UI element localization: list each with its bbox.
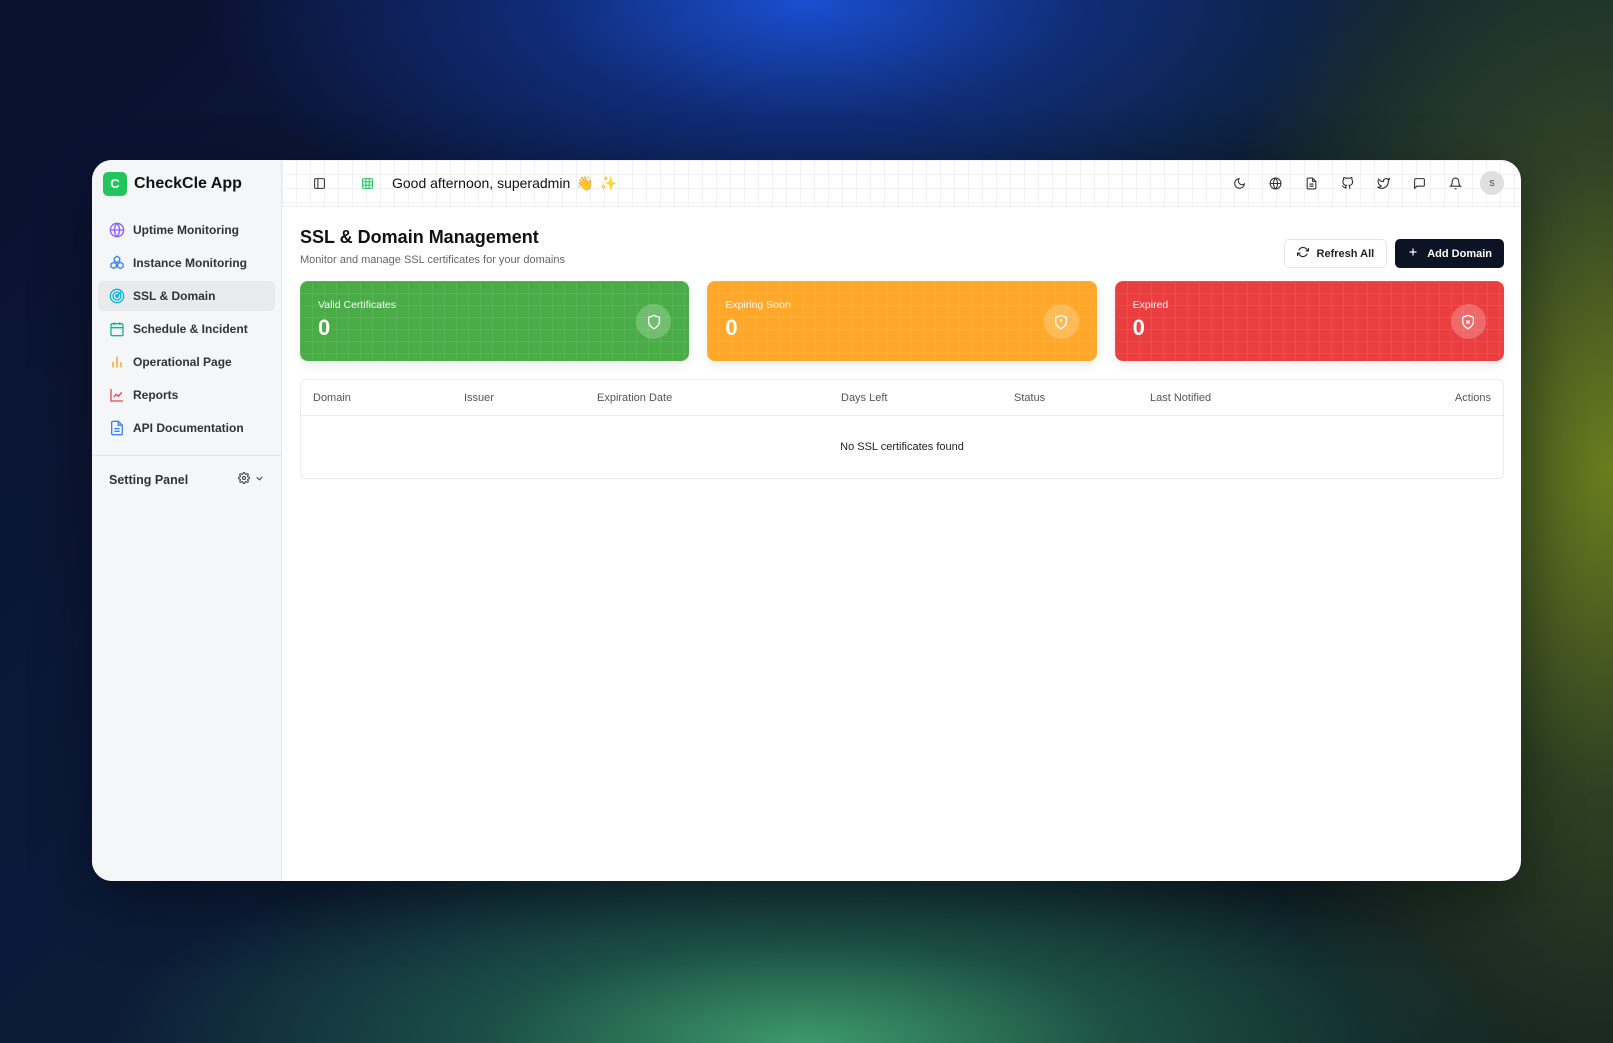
column-header-last-notified[interactable]: Last Notified [1150,392,1211,404]
sidebar-item-label: Operational Page [133,355,232,369]
app-logo: C [103,171,127,196]
card-label: Valid Certificates [318,299,397,311]
chevron-down-icon [254,473,265,487]
sidebar-item-uptime-monitoring[interactable]: Uptime Monitoring [98,215,275,245]
topbar-actions: s [1228,171,1504,195]
ssl-table: Domain Issuer Expiration Date Days Left … [300,379,1504,479]
card-label: Expired [1132,299,1169,311]
app-window: C CheckCle App Uptime Monitoring Instanc… [92,160,1521,881]
sidebar-item-label: Schedule & Incident [133,322,248,336]
sidebar-nav: Uptime Monitoring Instance Monitoring SS… [92,207,281,443]
bell-icon[interactable] [1444,172,1466,194]
sidebar: C CheckCle App Uptime Monitoring Instanc… [92,160,282,881]
twitter-icon[interactable] [1372,172,1394,194]
table-header: Domain Issuer Expiration Date Days Left … [301,380,1503,416]
greeting-text: Good afternoon, superadmin [392,175,571,191]
topbar: Good afternoon, superadmin 👋 ✨ s [282,160,1521,207]
main-area: Good afternoon, superadmin 👋 ✨ s SSL & D… [282,160,1521,881]
add-domain-button[interactable]: Add Domain [1395,239,1504,268]
shield-x-icon [1450,304,1486,339]
column-header-actions: Actions [1454,391,1491,404]
sidebar-item-operational-page[interactable]: Operational Page [98,347,275,377]
gear-icon [237,471,251,487]
card-value: 0 [725,315,738,340]
sidebar-toggle-icon[interactable] [308,172,330,194]
stats-cards: Valid Certificates 0 Expiring Soon 0 Exp… [300,281,1504,361]
page-actions: Refresh All Add Domain [1283,239,1504,268]
sidebar-item-label: Reports [133,388,179,402]
refresh-all-button[interactable]: Refresh All [1283,239,1388,268]
avatar[interactable]: s [1480,171,1504,195]
radar-icon [108,288,125,305]
moon-icon[interactable] [1228,172,1250,194]
sidebar-item-reports[interactable]: Reports [98,380,275,410]
expiring-soon-card: Expiring Soon 0 [707,281,1096,361]
column-header-issuer[interactable]: Issuer [464,392,494,404]
setting-panel-toggle[interactable]: Setting Panel [92,466,281,493]
sidebar-item-label: Uptime Monitoring [133,223,239,237]
expired-card: Expired 0 [1115,281,1504,361]
setting-panel-label: Setting Panel [109,472,189,487]
sidebar-item-instance-monitoring[interactable]: Instance Monitoring [98,248,275,278]
wave-hand-icon: 👋 [576,174,594,191]
globe-icon[interactable] [1264,172,1286,194]
calendar-icon [108,321,125,338]
add-domain-label: Add Domain [1427,247,1492,260]
page-subtitle: Monitor and manage SSL certificates for … [300,254,565,266]
page-header: SSL & Domain Management Monitor and mana… [300,227,1504,268]
sparkles-icon: ✨ [599,174,618,191]
column-header-expiration-date[interactable]: Expiration Date [597,392,672,404]
sidebar-item-ssl-domain[interactable]: SSL & Domain [98,281,275,311]
app-name: CheckCle App [134,174,242,192]
line-chart-icon [108,387,125,404]
sidebar-item-label: API Documentation [133,421,244,435]
document-icon [108,420,125,437]
sidebar-item-schedule-incident[interactable]: Schedule & Incident [98,314,275,344]
brand[interactable]: C CheckCle App [92,160,281,207]
message-icon[interactable] [1408,172,1430,194]
globe-icon [108,222,125,239]
column-header-status[interactable]: Status [1014,392,1045,404]
card-value: 0 [318,315,331,340]
card-value: 0 [1132,315,1145,340]
empty-state: No SSL certificates found [840,441,964,453]
grid-icon[interactable] [356,172,378,194]
github-icon[interactable] [1336,172,1358,194]
page-title: SSL & Domain Management [300,227,539,247]
sidebar-item-label: Instance Monitoring [133,256,247,270]
shield-alert-icon [1043,304,1079,339]
page-content: SSL & Domain Management Monitor and mana… [282,207,1521,479]
bar-chart-icon [108,354,125,371]
plus-icon [1407,246,1419,261]
column-header-domain[interactable]: Domain [313,392,351,404]
boxes-icon [108,255,125,272]
refresh-icon [1296,246,1309,261]
sidebar-item-label: SSL & Domain [133,289,216,303]
sidebar-item-api-documentation[interactable]: API Documentation [98,413,275,443]
sidebar-divider [92,455,281,456]
valid-certificates-card: Valid Certificates 0 [300,281,689,361]
file-text-icon[interactable] [1300,172,1322,194]
card-label: Expiring Soon [725,299,791,311]
greeting: Good afternoon, superadmin 👋 ✨ [392,175,617,192]
refresh-all-label: Refresh All [1316,247,1375,260]
column-header-days-left[interactable]: Days Left [841,392,887,404]
